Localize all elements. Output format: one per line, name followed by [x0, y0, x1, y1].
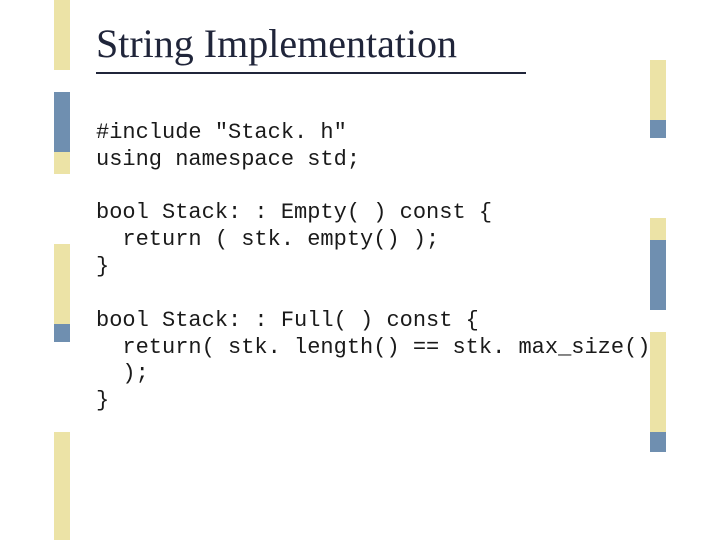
decor-bar [650, 310, 666, 332]
decor-bar [650, 332, 666, 432]
decor-bar [650, 240, 666, 310]
code-line: return ( stk. empty() ); [96, 227, 439, 252]
decor-bar [650, 60, 666, 120]
title-underline [96, 72, 526, 74]
decor-bar [54, 432, 70, 540]
slide-title: String Implementation [96, 20, 457, 67]
decor-bar [54, 342, 70, 432]
code-line: #include "Stack. h" [96, 120, 347, 145]
code-line: ); [96, 361, 149, 386]
decor-bar [650, 432, 666, 452]
code-block: #include "Stack. h" using namespace std;… [96, 120, 640, 415]
slide: String Implementation #include "Stack. h… [0, 0, 720, 540]
decor-bar [54, 324, 70, 342]
code-line: bool Stack: : Full( ) const { [96, 308, 479, 333]
decor-bar [650, 0, 666, 60]
decor-bar [54, 92, 70, 152]
decor-bar [54, 0, 70, 70]
decor-bar [650, 138, 666, 218]
decor-bars-right [650, 0, 666, 540]
decor-bar [54, 244, 70, 324]
decor-bar [650, 218, 666, 240]
code-line: return( stk. length() == stk. max_size() [96, 335, 651, 360]
decor-bar [54, 70, 70, 92]
decor-bars-left [54, 0, 70, 540]
code-line: } [96, 388, 109, 413]
code-line: using namespace std; [96, 147, 360, 172]
decor-bar [54, 174, 70, 244]
code-line: bool Stack: : Empty( ) const { [96, 200, 492, 225]
decor-bar [54, 152, 70, 174]
decor-bar [650, 120, 666, 138]
decor-bar [650, 452, 666, 540]
code-line: } [96, 254, 109, 279]
